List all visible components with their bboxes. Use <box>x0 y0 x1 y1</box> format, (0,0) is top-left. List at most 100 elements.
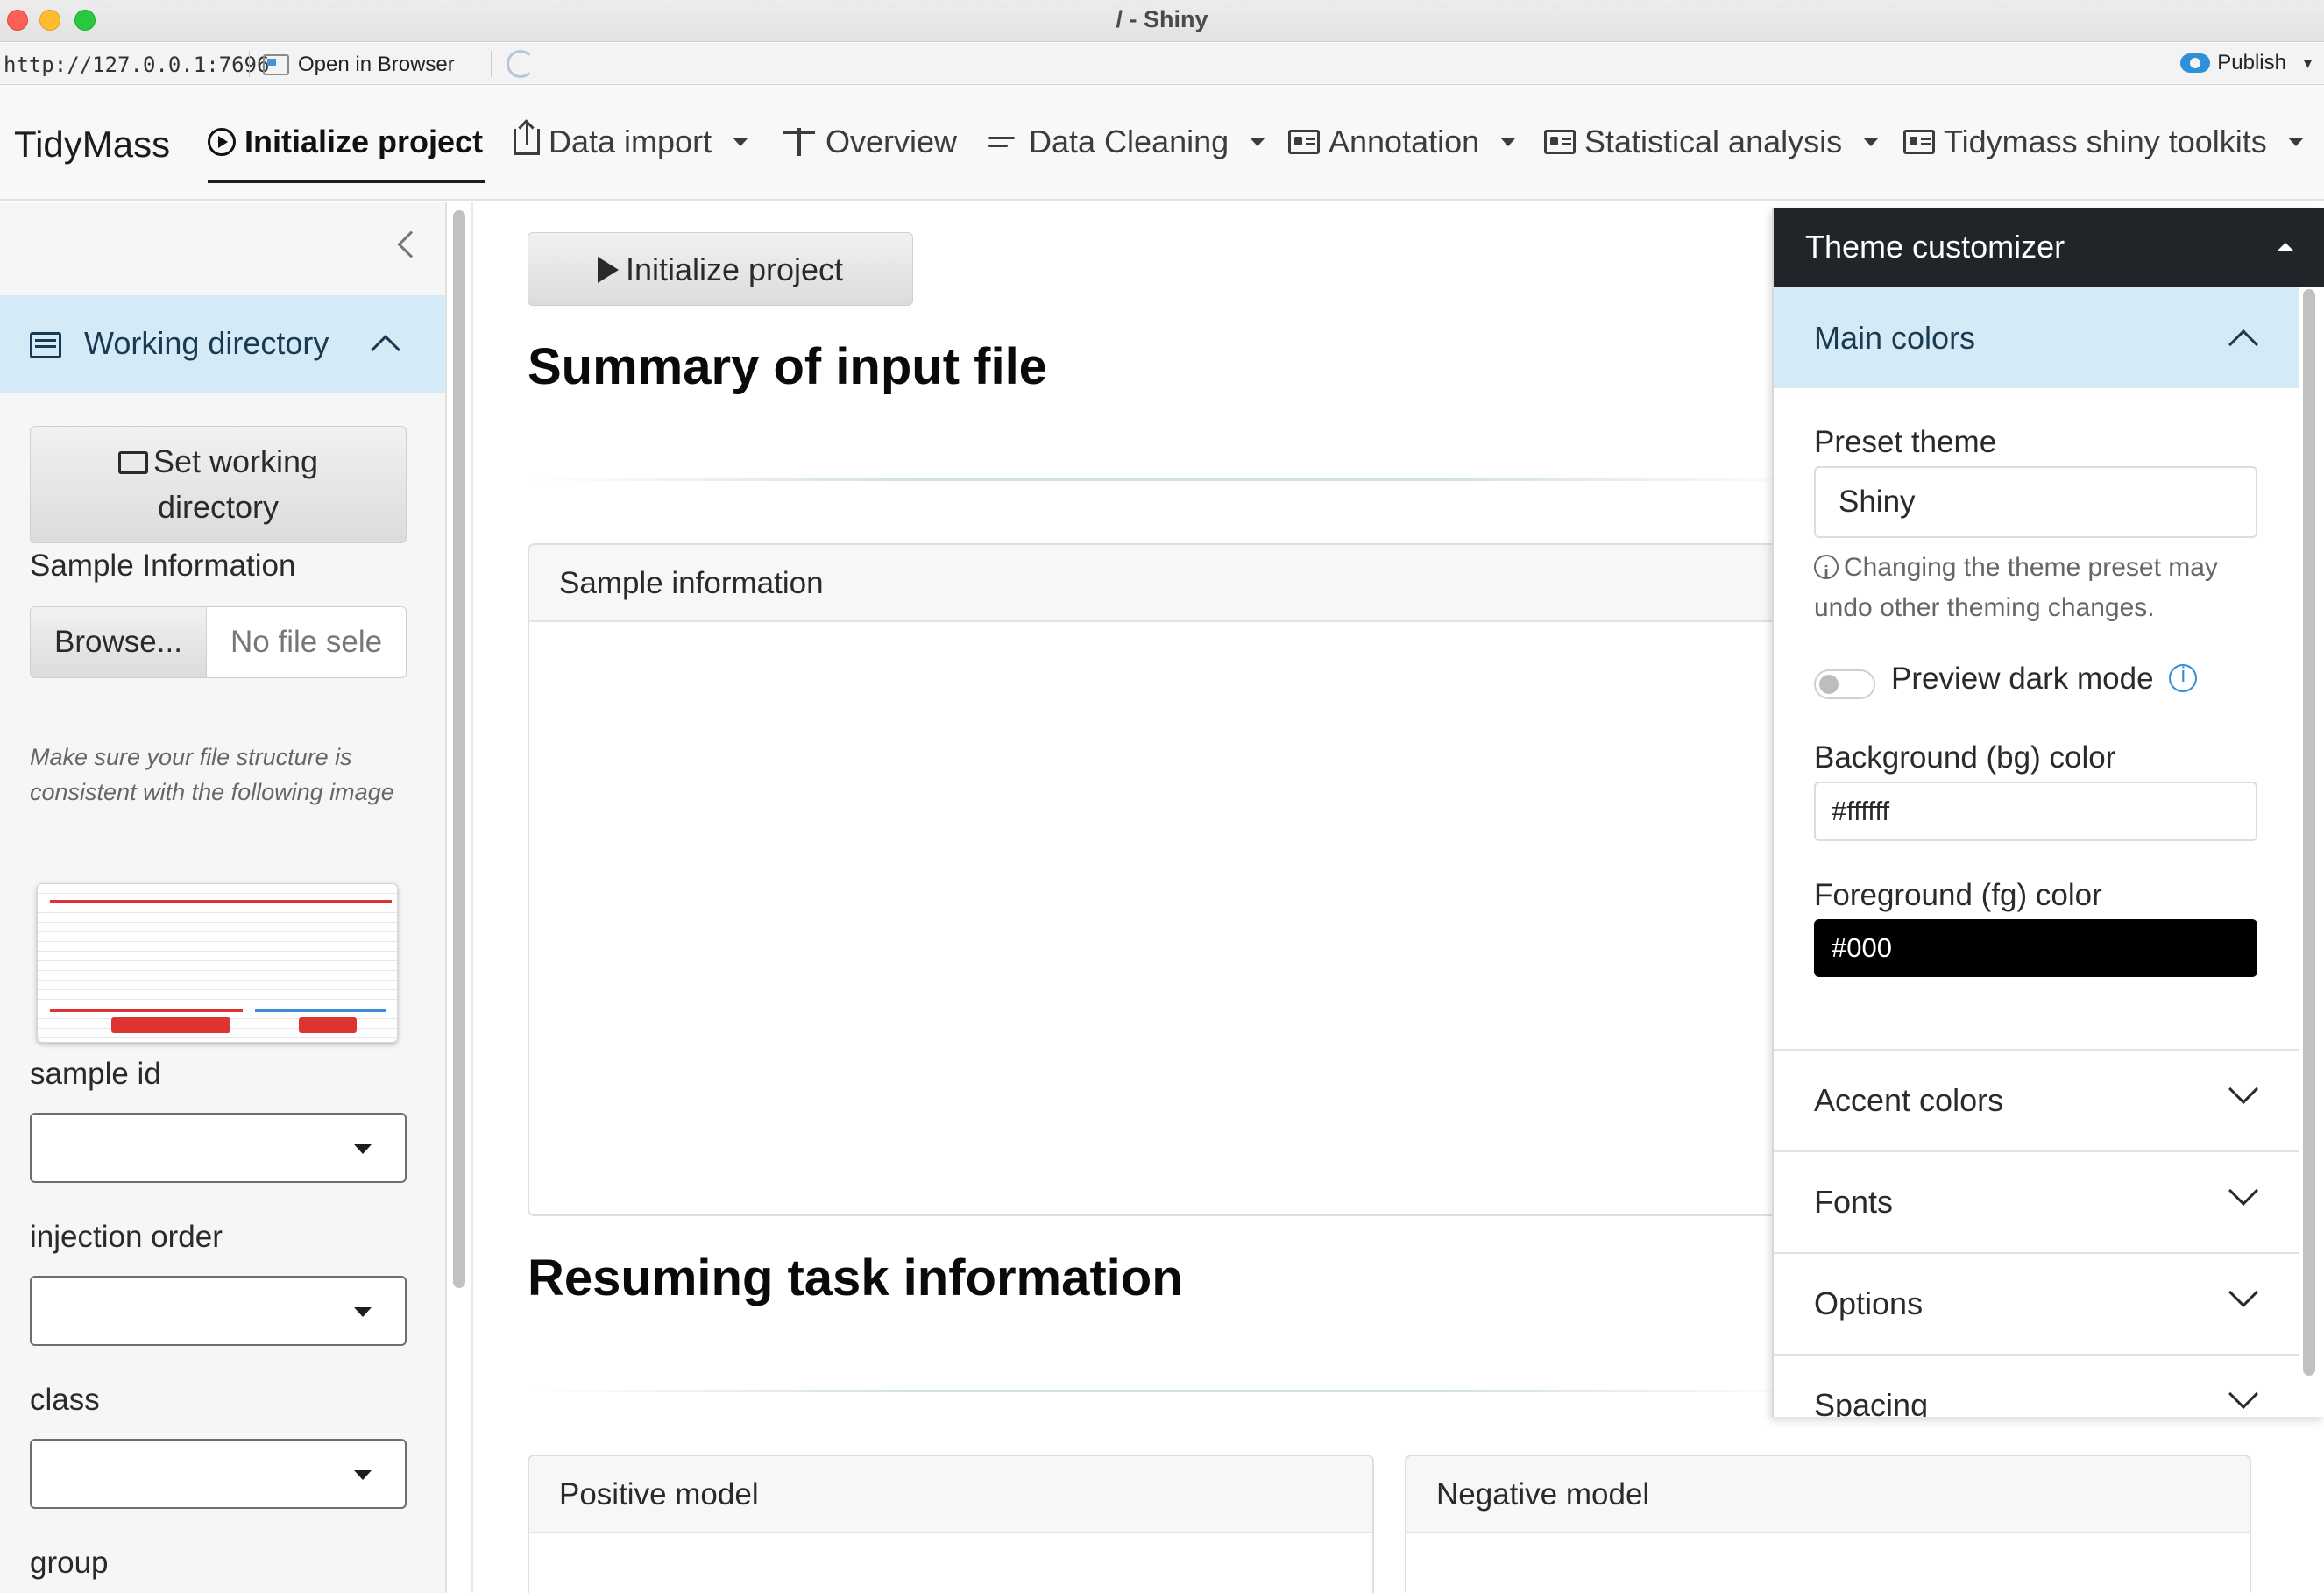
set-working-directory-button[interactable]: Set working directory <box>30 426 407 543</box>
class-label: class <box>30 1383 100 1417</box>
brand-title[interactable]: TidyMass <box>14 124 170 166</box>
browse-button[interactable]: Browse... <box>31 607 207 677</box>
nav-label: Statistical analysis <box>1584 124 1843 159</box>
button-label: Initialize project <box>625 251 844 287</box>
nav-annotation[interactable]: Annotation <box>1288 120 1517 164</box>
background-color-label: Background (bg) color <box>1814 740 2116 775</box>
caret-down-icon <box>1863 138 1880 146</box>
required-columns-marker <box>50 1009 243 1012</box>
theme-panel-scrollbar[interactable] <box>2303 289 2315 1376</box>
browser-window-icon <box>263 54 289 75</box>
caret-down-icon <box>733 138 749 146</box>
window-title: / - Shiny <box>1116 6 1208 32</box>
button-label-line1: Set working <box>152 443 319 479</box>
publish-label: Publish <box>2217 51 2286 74</box>
main-divider <box>471 202 473 1593</box>
scale-icon <box>782 128 817 156</box>
nav-label: Overview <box>825 124 958 159</box>
nav-statistical-analysis[interactable]: Statistical analysis <box>1544 120 1880 164</box>
accent-colors-accordion[interactable]: Accent colors <box>1774 1049 2299 1150</box>
nav-label: Tidymass shiny toolkits <box>1944 124 2267 159</box>
options-accordion[interactable]: Options <box>1774 1252 2299 1354</box>
id-card-icon <box>1288 130 1320 154</box>
id-card-icon <box>1903 130 1935 154</box>
card-header: Positive model <box>529 1456 1372 1533</box>
preset-note: Changing the theme preset may undo other… <box>1814 548 2270 628</box>
preset-note-text: Changing the theme preset may undo other… <box>1814 553 2218 622</box>
options-tag <box>299 1017 357 1033</box>
sample-id-label: sample id <box>30 1057 161 1091</box>
working-directory-accordion-header[interactable]: Working directory <box>0 295 445 393</box>
folder-icon <box>117 451 148 474</box>
no-file-selected-text: No file sele <box>230 625 383 659</box>
foreground-color-input[interactable]: #000 <box>1814 919 2257 977</box>
section-divider <box>528 478 1824 481</box>
class-select[interactable] <box>30 1439 407 1509</box>
nav-label: Initialize project <box>244 124 484 159</box>
chevron-up-icon <box>2228 329 2258 359</box>
resume-heading: Resuming task information <box>528 1250 1183 1306</box>
sample-file-input[interactable]: Browse... No file sele <box>30 606 407 678</box>
publish-button[interactable]: Publish ▾ <box>2180 51 2312 75</box>
dark-mode-label: Preview dark mode <box>1891 662 2198 697</box>
required-columns-tag <box>111 1017 230 1033</box>
card-header: Sample information <box>529 545 1823 622</box>
play-icon <box>597 257 619 283</box>
chevron-up-icon <box>371 335 400 365</box>
fonts-accordion[interactable]: Fonts <box>1774 1150 2299 1252</box>
nav-tidymass-toolkits[interactable]: Tidymass shiny toolkits <box>1903 120 2304 164</box>
toolbar-separator <box>491 51 492 77</box>
dark-mode-toggle[interactable] <box>1814 669 1875 699</box>
active-tab-indicator <box>208 180 485 183</box>
chevron-down-icon <box>2228 1074 2258 1104</box>
nav-label: Data Cleaning <box>1029 124 1229 159</box>
publish-icon <box>2180 53 2211 73</box>
url-text[interactable]: http://127.0.0.1:7696 <box>4 53 269 77</box>
background-color-input[interactable]: #ffffff <box>1814 782 2257 841</box>
chevron-down-icon <box>2228 1176 2258 1206</box>
theme-customizer-header[interactable]: Theme customizer <box>1774 208 2324 287</box>
caret-down-icon <box>2287 138 2304 146</box>
spacing-accordion[interactable]: Spacing <box>1774 1354 2299 1417</box>
preset-theme-select[interactable]: Shiny <box>1814 466 2257 538</box>
nav-label: Data import <box>549 124 712 159</box>
wind-icon <box>988 130 1020 154</box>
button-label-line2: directory <box>157 489 280 525</box>
accordion-title: Spacing <box>1814 1387 1929 1417</box>
caret-up-icon <box>2277 243 2294 251</box>
main-colors-accordion-header[interactable]: Main colors <box>1774 287 2299 388</box>
group-label: group <box>30 1546 109 1580</box>
preset-theme-label: Preset theme <box>1814 425 1997 459</box>
info-icon[interactable] <box>2169 663 2198 692</box>
card-header: Negative model <box>1406 1456 2250 1533</box>
theme-customizer-panel: Theme customizer Main colors Preset them… <box>1772 208 2324 1417</box>
refresh-icon[interactable] <box>507 50 535 78</box>
open-in-browser-button[interactable]: Open in Browser <box>263 51 455 79</box>
caret-down-icon: ▾ <box>2303 53 2312 72</box>
sample-id-select[interactable] <box>30 1113 407 1183</box>
id-card-icon <box>1544 130 1576 154</box>
open-in-browser-label: Open in Browser <box>298 53 455 76</box>
nav-overview[interactable]: Overview <box>782 120 957 164</box>
app-navbar: TidyMass Initialize project Data import … <box>0 85 2324 201</box>
sample-information-label: Sample Information <box>30 549 296 583</box>
foreground-color-label: Foreground (fg) color <box>1814 878 2102 912</box>
initialize-project-button[interactable]: Initialize project <box>528 232 913 306</box>
section-divider <box>528 1390 1824 1392</box>
chevron-down-icon <box>2228 1379 2258 1409</box>
nav-initialize-project[interactable]: Initialize project <box>208 120 483 164</box>
sidebar-scrollbar[interactable] <box>453 210 465 1288</box>
injection-order-select[interactable] <box>30 1276 407 1346</box>
file-structure-hint: Make sure your file structure is consist… <box>30 744 394 805</box>
viewer-toolbar: http://127.0.0.1:7696 Open in Browser Pu… <box>0 43 2324 85</box>
caret-down-icon <box>1250 138 1266 146</box>
nav-data-import[interactable]: Data import <box>514 120 749 164</box>
example-sheet-image <box>37 883 398 1043</box>
toolbar-separator <box>249 51 250 77</box>
info-icon <box>1814 553 1839 593</box>
accordion-title: Accent colors <box>1814 1082 2004 1118</box>
positive-model-card: Positive model <box>528 1455 1374 1593</box>
nav-data-cleaning[interactable]: Data Cleaning <box>988 120 1266 164</box>
sliders-icon <box>30 332 61 358</box>
accordion-title: Main colors <box>1814 320 1976 356</box>
